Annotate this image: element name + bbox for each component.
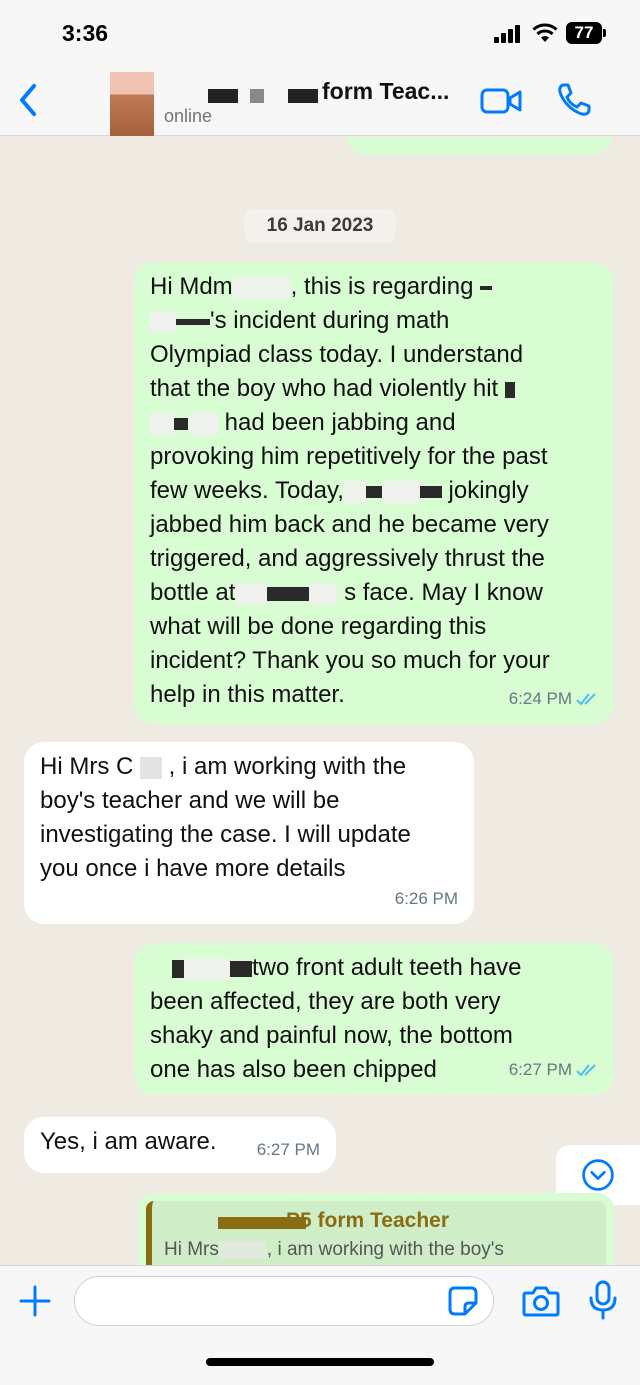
scroll-down-icon bbox=[582, 1159, 614, 1191]
message-meta: 6:24 PM bbox=[509, 682, 598, 716]
name-redaction bbox=[288, 89, 318, 103]
status-bar: 3:36 77 bbox=[0, 0, 640, 62]
plus-icon[interactable] bbox=[18, 1284, 52, 1318]
read-ticks-icon bbox=[576, 1064, 596, 1077]
battery-icon: 77 bbox=[566, 22, 606, 44]
name-redaction bbox=[208, 89, 238, 103]
sticker-icon[interactable] bbox=[447, 1285, 479, 1317]
outgoing-message[interactable]: Hi Mdm , this is regarding 's incident du… bbox=[134, 262, 614, 724]
incoming-message[interactable]: Yes, i am aware. 6:27 PM bbox=[24, 1117, 336, 1173]
message-time: 6:26 PM bbox=[394, 889, 458, 908]
message-text: few weeks. Today, bbox=[150, 477, 344, 504]
back-icon[interactable] bbox=[14, 82, 44, 118]
message-text: Hi Mdm bbox=[150, 273, 233, 300]
message-text: s face. May I know bbox=[344, 579, 543, 606]
message-text: incident? Thank you so much for your bbox=[150, 647, 550, 674]
message-meta: 6:26 PM bbox=[395, 882, 458, 916]
message-text: two front adult teeth have bbox=[252, 954, 522, 981]
read-ticks-icon bbox=[576, 693, 596, 706]
incoming-message[interactable]: Hi Mrs C , i am working with the boy's t… bbox=[24, 742, 474, 924]
chat-header: form Teac... online bbox=[0, 62, 640, 136]
wifi-icon bbox=[532, 23, 558, 42]
camera-icon[interactable] bbox=[522, 1284, 560, 1318]
contact-name[interactable]: form Teac... bbox=[322, 78, 449, 105]
quoted-text: Hi Mrs, i am working with the boy's bbox=[164, 1239, 504, 1260]
avatar[interactable] bbox=[110, 72, 154, 136]
message-text: been affected, they are both very bbox=[150, 988, 501, 1015]
message-text: , this is regarding bbox=[290, 273, 474, 300]
message-text: shaky and painful now, the bottom bbox=[150, 1022, 513, 1049]
signal-icon bbox=[494, 25, 522, 43]
name-redaction bbox=[250, 89, 264, 103]
microphone-icon[interactable] bbox=[588, 1280, 618, 1320]
message-text: what will be done regarding this bbox=[150, 613, 487, 640]
message-text: you once i have more details bbox=[40, 855, 346, 882]
message-text: 's incident during math bbox=[210, 307, 450, 334]
reply-message[interactable]: P5 form Teacher Hi Mrs, i am working wit… bbox=[138, 1193, 614, 1265]
voice-call-icon[interactable] bbox=[556, 82, 592, 118]
message-text: Olympiad class today. I understand bbox=[150, 341, 524, 368]
previous-message[interactable] bbox=[346, 137, 612, 155]
date-divider: 16 Jan 2023 bbox=[244, 209, 396, 243]
outgoing-message[interactable]: two front adult teeth have been affected… bbox=[134, 943, 614, 1095]
message-time: 6:24 PM bbox=[508, 689, 572, 708]
status-time: 3:36 bbox=[62, 20, 109, 46]
message-input[interactable] bbox=[74, 1276, 494, 1326]
message-text: had been jabbing and bbox=[224, 409, 456, 436]
message-meta: 6:27 PM bbox=[509, 1053, 598, 1087]
message-text: investigating the case. I will update bbox=[40, 821, 411, 848]
message-time: 6:27 PM bbox=[256, 1140, 320, 1159]
message-text: Hi Mrs C bbox=[40, 753, 134, 780]
message-meta: 6:27 PM bbox=[257, 1133, 320, 1167]
message-text: that the boy who had violently hit bbox=[150, 375, 499, 402]
contact-status: online bbox=[164, 106, 213, 126]
quoted-message[interactable]: P5 form Teacher Hi Mrs, i am working wit… bbox=[146, 1201, 606, 1265]
input-bar bbox=[0, 1265, 640, 1385]
home-indicator bbox=[206, 1358, 434, 1366]
message-text: jokingly bbox=[448, 477, 529, 504]
message-time: 6:27 PM bbox=[508, 1060, 572, 1079]
message-text: provoking him repetitively for the past bbox=[150, 443, 548, 470]
chat-area[interactable]: 16 Jan 2023 Hi Mdm , this is regarding 's… bbox=[0, 137, 640, 1265]
video-call-icon[interactable] bbox=[480, 86, 522, 116]
message-text: boy's teacher and we will be bbox=[40, 787, 340, 814]
message-text: jabbed him back and he became very bbox=[150, 511, 549, 538]
message-text: , i am working with the bbox=[168, 753, 407, 780]
message-text: triggered, and aggressively thrust the bbox=[150, 545, 545, 572]
message-text: bottle at bbox=[150, 579, 236, 606]
